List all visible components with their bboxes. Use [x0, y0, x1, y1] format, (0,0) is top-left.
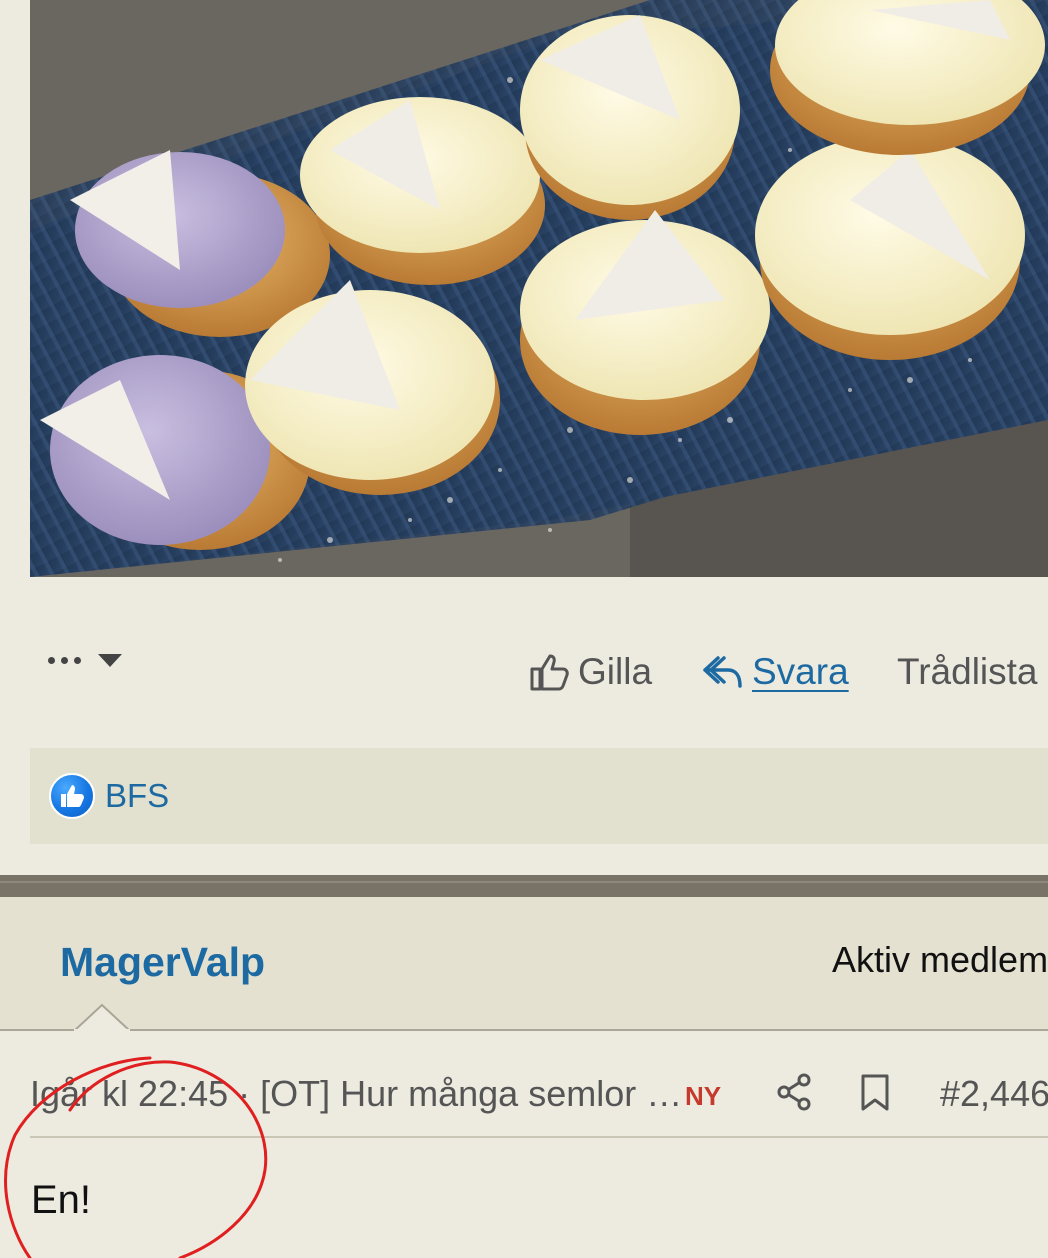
thread-list-label: Trådlista	[897, 651, 1038, 692]
bookmark-button[interactable]	[860, 1073, 890, 1118]
thumbs-up-icon	[61, 785, 84, 807]
post-separator	[0, 875, 1048, 897]
like-reaction-icon	[49, 773, 95, 819]
thread-list-button[interactable]: Trådlista	[897, 648, 1038, 696]
post-image[interactable]	[30, 0, 1048, 577]
header-pointer	[74, 1003, 130, 1031]
thread-title-link[interactable]: [OT] Hur många semlor …	[260, 1073, 682, 1114]
reactions-bar: BFS	[30, 748, 1048, 844]
post-timestamp[interactable]: Igår kl 22:45	[30, 1073, 228, 1114]
more-options-icon[interactable]	[48, 646, 88, 674]
share-icon	[777, 1073, 811, 1111]
semlor-photo	[30, 0, 1048, 577]
meta-divider	[30, 1136, 1048, 1138]
post-meta-text: Igår kl 22:45 · [OT] Hur många semlor …	[30, 1073, 682, 1115]
reply-label: Svara	[752, 651, 849, 692]
post-action-bar: Gilla Svara Trådlista	[0, 630, 1048, 710]
user-title: Aktiv medlem	[832, 939, 1048, 980]
new-badge: NY	[685, 1081, 722, 1111]
chevron-down-icon[interactable]	[98, 654, 122, 667]
meta-separator: ·	[228, 1073, 261, 1114]
post-meta: Igår kl 22:45 · [OT] Hur många semlor … …	[0, 1065, 1048, 1123]
thumbs-up-icon	[530, 654, 569, 691]
reaction-users-link[interactable]: BFS	[105, 777, 169, 815]
bookmark-icon	[861, 1074, 889, 1111]
reply-icon	[703, 656, 742, 688]
post-number-link[interactable]: #2,446	[940, 1073, 1048, 1115]
share-button[interactable]	[776, 1073, 812, 1116]
reply-button[interactable]: Svara	[702, 648, 849, 696]
post-body: En!	[31, 1178, 92, 1222]
user-header: MagerValp Aktiv medlem	[0, 897, 1048, 1031]
like-button[interactable]: Gilla	[528, 648, 652, 696]
like-label: Gilla	[578, 651, 653, 692]
username-link[interactable]: MagerValp	[60, 939, 265, 986]
